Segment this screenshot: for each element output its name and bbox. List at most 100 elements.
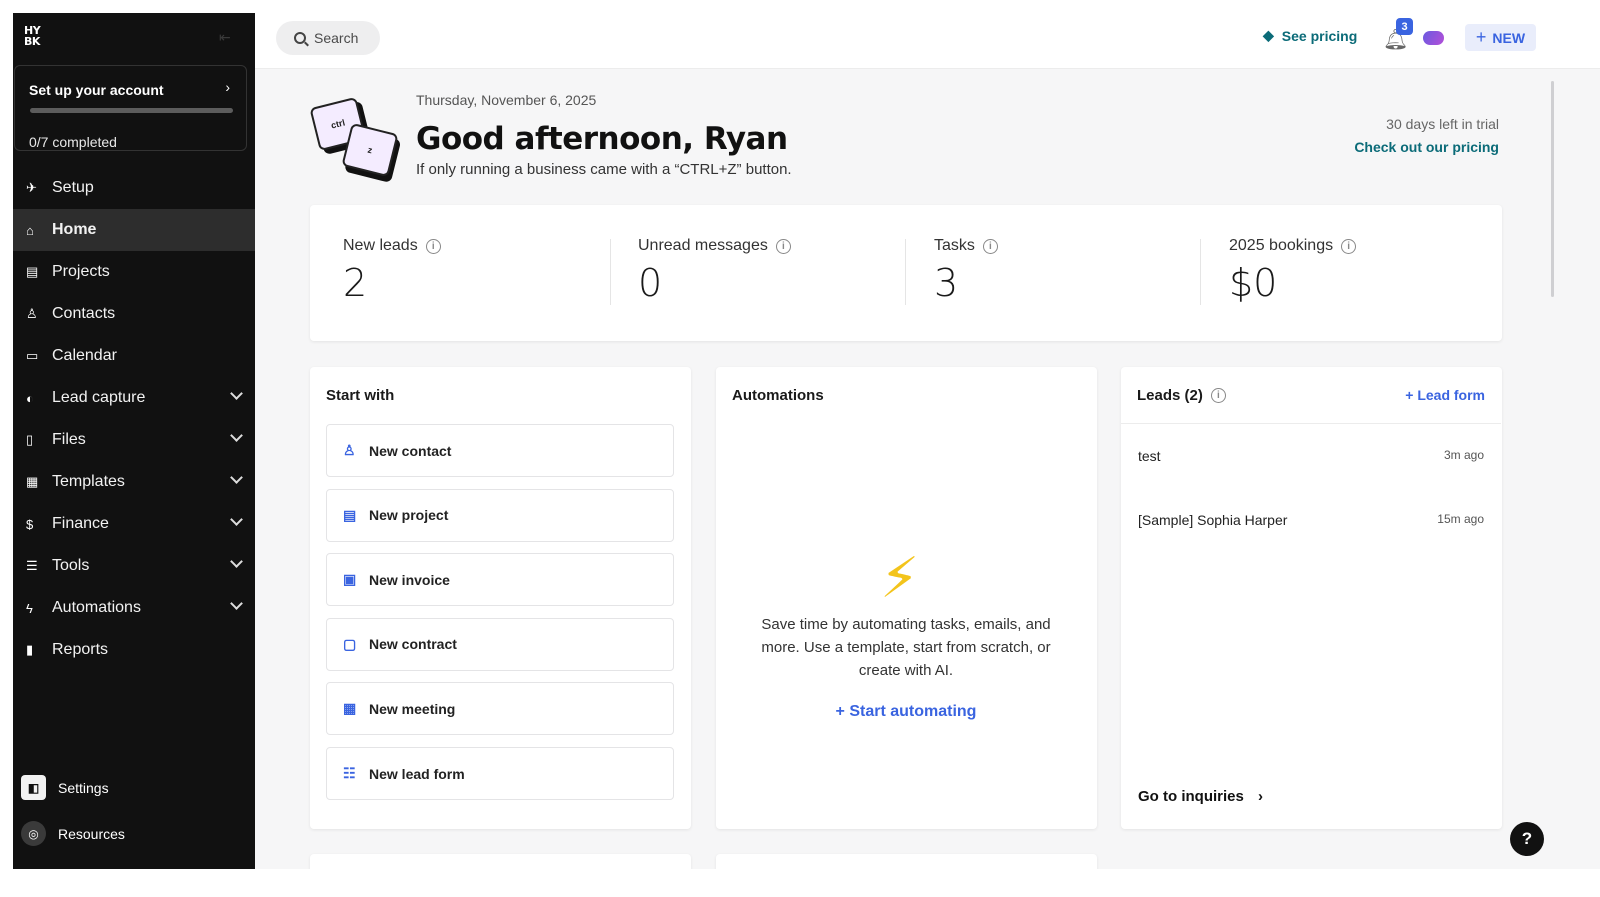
sidebar-item-lead-capture[interactable]: ◐ Lead capture: [13, 377, 255, 419]
sidebar-item-tools[interactable]: ☰ Tools: [13, 545, 255, 587]
sidebar-item-finance[interactable]: $ Finance: [13, 503, 255, 545]
lead-row[interactable]: test 3m ago: [1138, 448, 1484, 464]
lead-row[interactable]: [Sample] Sophia Harper 15m ago: [1138, 512, 1484, 528]
setup-account-card[interactable]: Set up your account › 0/7 completed: [14, 65, 247, 151]
chevron-down-icon: [230, 513, 243, 526]
automations-title: Automations: [732, 387, 824, 404]
greeting-tagline: If only running a business came with a “…: [416, 161, 792, 178]
settings-icon: ◧: [21, 775, 46, 800]
resources-label: Resources: [58, 825, 125, 842]
file-icon: ▯: [26, 432, 34, 447]
start-new-contract-button[interactable]: ▢ New contract: [326, 617, 674, 671]
sidebar-item-calendar[interactable]: ▭ Calendar: [13, 335, 255, 377]
chevron-right-icon: ›: [225, 79, 230, 95]
start-with-title: Start with: [326, 387, 395, 404]
start-new-contact-button[interactable]: ♙ New contact: [326, 424, 674, 477]
sidebar-item-contacts[interactable]: ♙ Contacts: [13, 293, 255, 335]
stat-bookings[interactable]: 2025 bookings i $0: [1229, 237, 1357, 305]
sidebar-item-label: Files: [52, 431, 86, 448]
lead-form-button[interactable]: + Lead form: [1405, 387, 1485, 403]
resources-link[interactable]: ◎ Resources: [21, 821, 125, 846]
stats-panel: New leads i 2 Unread messages i 0 Tasks i 3…: [310, 205, 1502, 341]
info-icon[interactable]: i: [1210, 388, 1226, 403]
plus-icon: +: [1475, 27, 1487, 47]
new-button[interactable]: + NEW: [1465, 24, 1536, 51]
lead-name: test: [1138, 448, 1161, 464]
greeting-title: Good afternoon, Ryan: [416, 121, 788, 157]
notification-count-badge: 3: [1396, 18, 1413, 35]
lightning-bolt-icon: ⚡︎: [880, 546, 920, 609]
lead-name: [Sample] Sophia Harper: [1138, 512, 1288, 528]
start-item-label: New invoice: [369, 571, 450, 588]
help-button[interactable]: ?: [1510, 822, 1544, 856]
chevron-down-icon: [230, 429, 243, 442]
sidebar-item-templates[interactable]: ▦ Templates: [13, 461, 255, 503]
sidebar-item-files[interactable]: ▯ Files: [13, 419, 255, 461]
stat-divider: [905, 239, 906, 305]
stat-new-leads[interactable]: New leads i 2: [343, 237, 441, 305]
bar-chart-icon: ▮: [26, 642, 34, 657]
rocket-icon: ✈: [26, 180, 37, 195]
page-scrollbar[interactable]: [1551, 81, 1554, 297]
stat-label: 2025 bookings: [1229, 237, 1334, 254]
start-automating-link[interactable]: + Start automating: [716, 703, 1096, 721]
see-pricing-label: See pricing: [1281, 27, 1358, 44]
start-new-invoice-button[interactable]: ▣ New invoice: [326, 553, 674, 607]
sidebar-item-projects[interactable]: ▤ Projects: [13, 251, 255, 293]
diamond-icon: ◆: [1263, 27, 1274, 43]
setup-progress-text: 0/7 completed: [29, 134, 117, 150]
calendar-icon: ▭: [26, 348, 39, 363]
lead-time: 15m ago: [1437, 512, 1484, 526]
leads-divider: [1121, 423, 1501, 424]
search-label: Search: [314, 30, 359, 46]
home-icon: ⌂: [26, 222, 34, 238]
sidebar-item-label: Home: [52, 221, 97, 238]
new-button-label: NEW: [1492, 29, 1526, 46]
collapse-sidebar-icon[interactable]: ⇤: [219, 29, 231, 46]
sidebar-item-automations[interactable]: ϟ Automations: [13, 587, 255, 629]
sidebar-item-reports[interactable]: ▮ Reports: [13, 629, 255, 671]
start-new-lead-form-button[interactable]: ☷ New lead form: [326, 747, 674, 800]
stat-value: 3: [934, 261, 959, 305]
go-to-inquiries-link[interactable]: Go to inquiries ›: [1138, 788, 1263, 805]
info-icon[interactable]: i: [775, 238, 791, 254]
info-icon[interactable]: i: [1341, 238, 1357, 254]
settings-link[interactable]: ◧ Settings: [21, 775, 109, 800]
leads-title-label: Leads (2): [1137, 387, 1203, 404]
start-item-label: New lead form: [369, 765, 465, 782]
see-pricing-link[interactable]: ◆ See pricing: [1263, 27, 1357, 44]
stat-label: Unread messages: [638, 237, 768, 254]
contract-icon: ▢: [343, 635, 357, 652]
search-icon: [294, 32, 306, 44]
info-icon[interactable]: i: [982, 238, 998, 254]
z-key: z: [341, 122, 399, 178]
stat-divider: [1200, 239, 1201, 305]
chevron-down-icon: [230, 597, 243, 610]
leads-card: Leads (2) i + Lead form test 3m ago [Sam…: [1121, 367, 1502, 829]
sidebar-item-setup[interactable]: ✈ Setup: [13, 167, 255, 209]
setup-progress-bar: [30, 108, 233, 113]
ai-assistant-icon[interactable]: [1423, 31, 1444, 45]
stat-value: 0: [638, 261, 663, 305]
sidebar-item-label: Tools: [52, 557, 90, 574]
briefcase-icon: ▤: [343, 506, 357, 523]
start-with-card: Start with ♙ New contact ▤ New project ▣ New …: [310, 367, 691, 829]
search-button[interactable]: Search: [276, 21, 380, 55]
chevron-right-icon: ›: [1258, 788, 1264, 805]
stat-unread-messages[interactable]: Unread messages i 0: [638, 237, 791, 305]
setup-card-title: Set up your account: [29, 82, 164, 98]
settings-label: Settings: [58, 779, 109, 796]
sidebar-item-label: Calendar: [52, 347, 117, 364]
info-icon[interactable]: i: [425, 238, 441, 254]
next-card-peek: [716, 854, 1097, 869]
stat-tasks[interactable]: Tasks i 3: [934, 237, 998, 305]
invoice-icon: ▣: [343, 571, 357, 588]
stat-divider: [610, 239, 611, 305]
start-new-project-button[interactable]: ▤ New project: [326, 488, 674, 542]
start-item-label: New contact: [369, 442, 452, 459]
brand-logo[interactable]: HY BK: [24, 25, 41, 47]
check-pricing-link[interactable]: Check out our pricing: [1354, 139, 1499, 155]
sidebar-item-home[interactable]: ⌂ Home: [13, 209, 255, 251]
person-icon: ♙: [343, 442, 356, 458]
start-new-meeting-button[interactable]: ▦ New meeting: [326, 682, 674, 736]
